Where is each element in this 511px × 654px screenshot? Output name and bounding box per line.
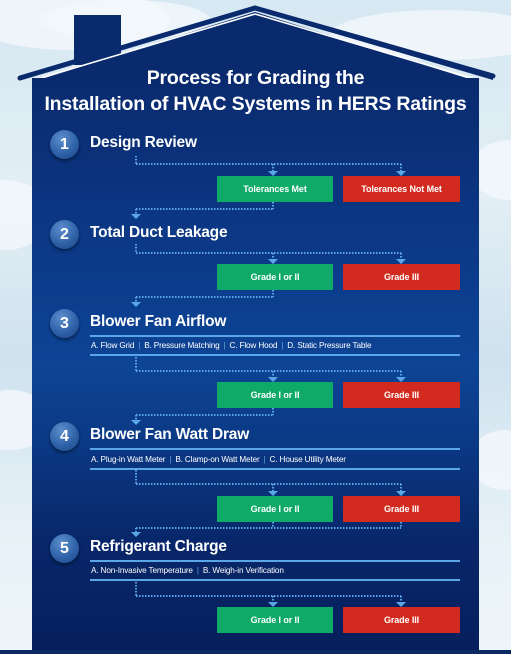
title-line-1: Process for Grading the bbox=[146, 67, 365, 89]
step-title: Total Duct Leakage bbox=[90, 224, 228, 241]
method-item: A. Non-Invasive Temperature bbox=[91, 566, 193, 575]
method-list: A. Flow Grid | B. Pressure Matching | C. Flo… bbox=[91, 341, 372, 350]
outcome-pass: Grade I or II bbox=[217, 382, 333, 408]
method-list: A. Plug-in Watt Meter | B. Clamp-on Watt M… bbox=[91, 455, 346, 464]
step-number-badge: 2 bbox=[50, 220, 79, 249]
step-number-badge: 5 bbox=[50, 534, 79, 563]
method-item: C. House Utility Meter bbox=[269, 455, 346, 464]
method-item: B. Weigh-in Verification bbox=[202, 566, 284, 575]
bottom-band bbox=[0, 650, 511, 654]
step-number-badge: 1 bbox=[50, 130, 79, 159]
outcome-pass: Grade I or II bbox=[217, 264, 333, 290]
method-item: A. Plug-in Watt Meter bbox=[91, 455, 166, 464]
step-title: Refrigerant Charge bbox=[90, 538, 227, 555]
step-title: Blower Fan Watt Draw bbox=[90, 426, 250, 443]
outcome-fail: Grade III bbox=[343, 607, 460, 633]
method-item: A. Flow Grid bbox=[91, 341, 135, 350]
step-title: Design Review bbox=[90, 134, 197, 151]
step-number-badge: 3 bbox=[50, 309, 79, 338]
divider bbox=[90, 560, 460, 562]
step-number-badge: 4 bbox=[50, 422, 79, 451]
method-item: D. Static Pressure Table bbox=[287, 341, 372, 350]
outcome-fail: Grade III bbox=[343, 382, 460, 408]
title-line-2: Installation of HVAC Systems in HERS Rat… bbox=[44, 93, 467, 115]
divider bbox=[90, 335, 460, 337]
outcome-fail: Grade III bbox=[343, 496, 460, 522]
method-item: B. Pressure Matching bbox=[144, 341, 220, 350]
outcome-pass: Grade I or II bbox=[217, 607, 333, 633]
outcome-fail: Grade III bbox=[343, 264, 460, 290]
outcome-pass: Tolerances Met bbox=[217, 176, 333, 202]
method-separator: | bbox=[263, 455, 266, 464]
method-separator: | bbox=[223, 341, 226, 350]
divider bbox=[90, 448, 460, 450]
outcome-fail: Tolerances Not Met bbox=[343, 176, 460, 202]
method-separator: | bbox=[196, 566, 199, 575]
outcome-pass: Grade I or II bbox=[217, 496, 333, 522]
method-item: B. Clamp-on Watt Meter bbox=[175, 455, 260, 464]
divider bbox=[90, 354, 460, 356]
method-separator: | bbox=[281, 341, 284, 350]
method-item: C. Flow Hood bbox=[229, 341, 278, 350]
method-separator: | bbox=[138, 341, 141, 350]
divider bbox=[90, 468, 460, 470]
method-separator: | bbox=[169, 455, 172, 464]
step-title: Blower Fan Airflow bbox=[90, 313, 227, 330]
divider bbox=[90, 579, 460, 581]
method-list: A. Non-Invasive Temperature | B. Weigh-in … bbox=[91, 566, 284, 575]
